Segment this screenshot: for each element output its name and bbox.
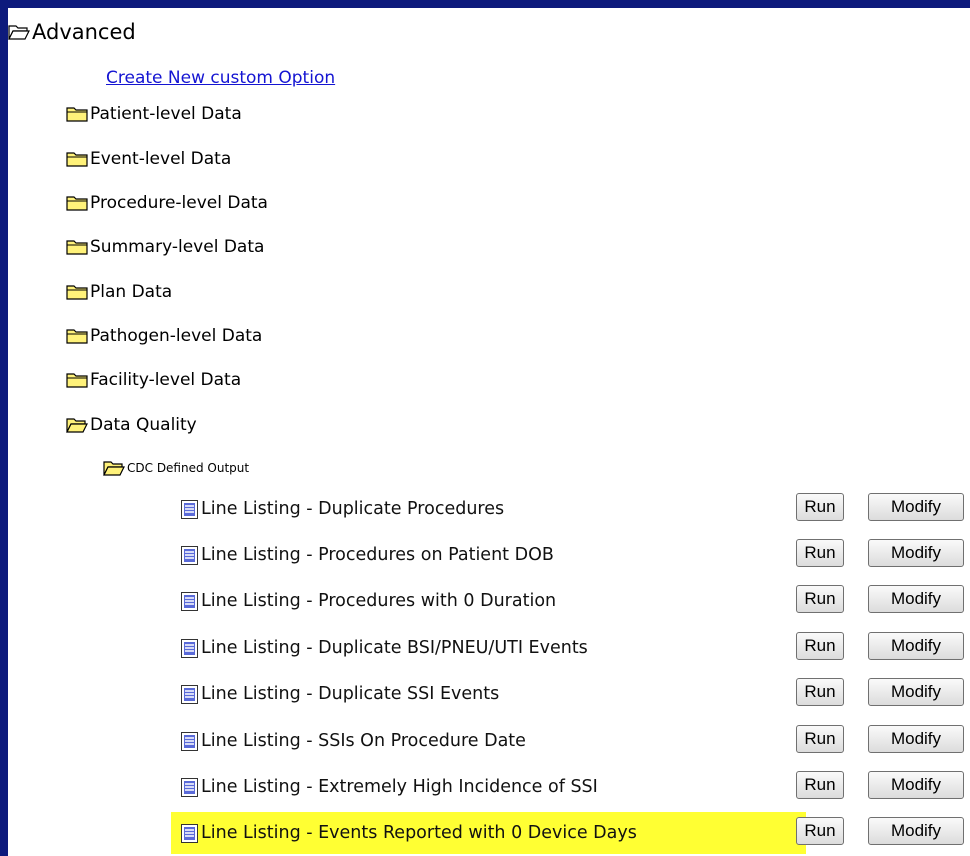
folder-icon (66, 151, 88, 167)
report-document-icon (181, 638, 198, 658)
folder-icon (66, 372, 88, 388)
report-label: Line Listing - Duplicate BSI/PNEU/UTI Ev… (201, 638, 588, 658)
folder-icon (66, 284, 88, 300)
report-label: Line Listing - Duplicate Procedures (201, 499, 505, 519)
run-button[interactable]: Run (796, 817, 844, 845)
folder-icon (66, 239, 88, 255)
folder-open-icon (8, 24, 30, 40)
tree-item-label: Event-level Data (90, 149, 232, 169)
tree-root-label: Advanced (32, 20, 136, 44)
report-document-icon (181, 823, 198, 843)
modify-button[interactable]: Modify (868, 817, 964, 845)
run-button[interactable]: Run (796, 632, 844, 660)
folder-icon (66, 328, 88, 344)
run-button[interactable]: Run (796, 771, 844, 799)
run-button[interactable]: Run (796, 725, 844, 753)
report-document-icon (181, 591, 198, 611)
tree-item-cdc-defined-output[interactable]: CDC Defined Output (103, 460, 249, 476)
tree-item-patient-level[interactable]: Patient-level Data (66, 104, 242, 124)
modify-button[interactable]: Modify (868, 632, 964, 660)
report-item: Line Listing - SSIs On Procedure Date (171, 725, 526, 757)
report-document-icon (181, 545, 198, 565)
tree-item-pathogen-level[interactable]: Pathogen-level Data (66, 326, 262, 346)
report-document-icon (181, 777, 198, 797)
report-label: Line Listing - Duplicate SSI Events (201, 684, 500, 704)
report-item-highlighted: Line Listing - Events Reported with 0 De… (171, 812, 806, 854)
tree-item-label: Pathogen-level Data (90, 326, 263, 346)
run-button[interactable]: Run (796, 678, 844, 706)
tree-item-label: CDC Defined Output (127, 461, 250, 475)
folder-icon (66, 195, 88, 211)
report-label: Line Listing - Events Reported with 0 De… (201, 823, 637, 843)
modify-button[interactable]: Modify (868, 585, 964, 613)
report-document-icon (181, 499, 198, 519)
tree-item-label: Facility-level Data (90, 370, 242, 390)
tree-item-label: Patient-level Data (90, 104, 242, 124)
folder-icon (66, 106, 88, 122)
report-item: Line Listing - Duplicate Procedures (171, 493, 504, 525)
report-label: Line Listing - Procedures on Patient DOB (201, 545, 554, 565)
report-item: Line Listing - Extremely High Incidence … (171, 771, 598, 803)
modify-button[interactable]: Modify (868, 539, 964, 567)
report-label: Line Listing - Procedures with 0 Duratio… (201, 591, 557, 611)
report-label: Line Listing - Extremely High Incidence … (201, 777, 598, 797)
folder-open-icon (66, 417, 88, 433)
report-item: Line Listing - Duplicate SSI Events (171, 678, 499, 710)
tree-item-facility-level[interactable]: Facility-level Data (66, 370, 241, 390)
modify-button[interactable]: Modify (868, 493, 964, 521)
tree-item-label: Data Quality (90, 415, 197, 435)
run-button[interactable]: Run (796, 585, 844, 613)
report-item: Line Listing - Procedures with 0 Duratio… (171, 585, 556, 617)
tree-item-plan-data[interactable]: Plan Data (66, 282, 172, 302)
tree-item-procedure-level[interactable]: Procedure-level Data (66, 193, 268, 213)
modify-button[interactable]: Modify (868, 678, 964, 706)
report-item: Line Listing - Duplicate BSI/PNEU/UTI Ev… (171, 632, 588, 664)
tree-item-summary-level[interactable]: Summary-level Data (66, 237, 264, 257)
modify-button[interactable]: Modify (868, 771, 964, 799)
report-document-icon (181, 684, 198, 704)
run-button[interactable]: Run (796, 539, 844, 567)
report-label: Line Listing - SSIs On Procedure Date (201, 731, 526, 751)
tree-root-advanced[interactable]: Advanced (8, 20, 136, 44)
report-item: Line Listing - Procedures on Patient DOB (171, 539, 554, 571)
modify-button[interactable]: Modify (868, 725, 964, 753)
tree-item-label: Summary-level Data (90, 237, 265, 257)
run-button[interactable]: Run (796, 493, 844, 521)
tree-item-event-level[interactable]: Event-level Data (66, 149, 231, 169)
create-custom-option-link[interactable]: Create New custom Option (106, 68, 335, 88)
folder-open-icon (103, 460, 125, 476)
report-document-icon (181, 731, 198, 751)
tree-item-label: Procedure-level Data (90, 193, 268, 213)
tree-item-data-quality[interactable]: Data Quality (66, 415, 197, 435)
report-tree-panel: Advanced Create New custom Option Patien… (8, 8, 970, 856)
tree-item-label: Plan Data (90, 282, 173, 302)
